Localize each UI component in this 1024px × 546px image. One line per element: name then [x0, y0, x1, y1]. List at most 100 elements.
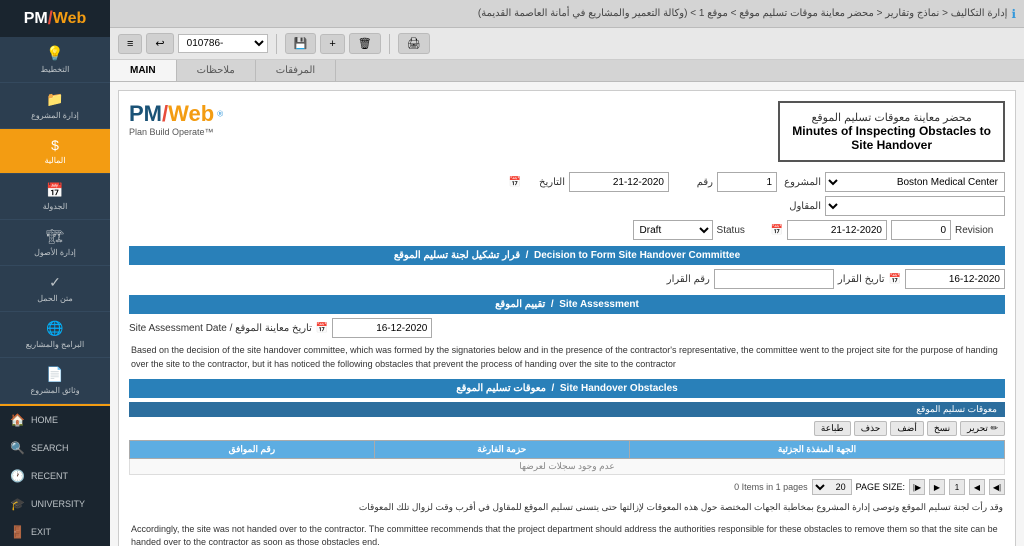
undo-button[interactable]: ↩ [146, 33, 173, 54]
sidebar-item-label: البرامج والمشاريع [26, 340, 84, 349]
university-icon: 🎓 [10, 497, 25, 511]
col-approval-number: رقم الموافق [130, 441, 375, 459]
save-icon: 💾 [294, 37, 308, 50]
calendar-icon-date[interactable]: 📅 [509, 177, 521, 188]
first-page-btn[interactable]: |◀ [989, 479, 1005, 495]
add-button[interactable]: + [320, 34, 344, 54]
nav-item-university[interactable]: 🎓 UNIVERSITY [0, 490, 110, 518]
logo-pm: PM [24, 10, 48, 28]
decision-date-input[interactable] [905, 269, 1005, 289]
tab-reports[interactable]: المرفقات [256, 60, 336, 81]
print-button[interactable]: 🖨 [398, 33, 430, 54]
doc-logo-web: Web [168, 101, 214, 126]
sidebar-item-programs[interactable]: 🌐 البرامج والمشاريع [0, 312, 110, 358]
tab-reports-label: المرفقات [276, 65, 315, 76]
tab-bar: MAIN ملاحظات المرفقات [110, 60, 1024, 82]
status-select[interactable]: Draft [633, 220, 713, 240]
number-input[interactable] [717, 172, 777, 192]
calendar-icon-decision[interactable]: 📅 [889, 274, 901, 285]
logo-web: Web [53, 10, 86, 28]
nav-item-home[interactable]: 🏠 HOME [0, 406, 110, 434]
search-icon: 🔍 [10, 441, 25, 455]
revision-date-input[interactable] [787, 220, 887, 240]
assessment-date-input[interactable] [332, 318, 432, 338]
sidebar-item-finance[interactable]: $ المالية [0, 129, 110, 174]
doc-logo-pm: PM [129, 101, 162, 126]
edit-button[interactable]: ✏ تحرير [960, 421, 1005, 436]
tab-attachments-label: ملاحظات [197, 65, 235, 76]
decision-number-input[interactable] [714, 269, 834, 289]
nav-item-exit[interactable]: 🚪 EXIT [0, 518, 110, 546]
nav-item-recent[interactable]: 🕐 RECENT [0, 462, 110, 490]
contractor-select[interactable] [825, 196, 1005, 216]
assessment-date-row: 📅 تاريخ معاينة الموقع / Site Assessment … [129, 318, 1005, 338]
contractor-label: المقاول [781, 201, 821, 212]
delete-button[interactable]: 🗑 [349, 33, 381, 54]
tab-attachments[interactable]: ملاحظات [177, 60, 256, 81]
nav-item-label: SEARCH [31, 443, 69, 453]
conclusion-text-en: Accordingly, the site was not handed ove… [129, 521, 1005, 546]
save-button[interactable]: 💾 [285, 33, 317, 54]
sidebar-item-assets[interactable]: 🏗 إدارة الأصول [0, 220, 110, 266]
revision-input[interactable] [891, 220, 951, 240]
menu-button[interactable]: ≡ [118, 34, 142, 54]
tab-main[interactable]: MAIN [110, 60, 177, 81]
sidebar-item-schedule[interactable]: 📅 الجدولة [0, 174, 110, 220]
nav-item-search[interactable]: 🔍 SEARCH [0, 434, 110, 462]
table-delete-button[interactable]: حذف [854, 421, 888, 436]
col-implementing-party: الجهة المنفذة الجزئية [629, 441, 1004, 459]
undo-icon: ↩ [155, 37, 164, 50]
contractor-row: المقاول [129, 196, 1005, 216]
record-select[interactable]: 010786- [178, 34, 268, 53]
programs-icon: 🌐 [46, 320, 63, 337]
breadcrumb-text: إدارة التكاليف < نماذج وتقارير < محضر مع… [478, 8, 1008, 19]
table-print-label: طباعة [821, 423, 844, 433]
sidebar-item-label: وثائق المشروع [30, 386, 79, 395]
sidebar-item-project-mgmt[interactable]: 📁 إدارة المشروع [0, 83, 110, 129]
table-delete-label: حذف [861, 423, 881, 433]
prev-page-btn[interactable]: ◀ [969, 479, 985, 495]
doc-title-box: محضر معاينة معوقات تسليم الموقع Minutes … [778, 101, 1005, 162]
exit-icon: 🚪 [10, 525, 25, 539]
obstacles-table: رقم الموافق حزمة الفارغة الجهة المنفذة ا… [129, 440, 1005, 475]
calendar-icon-assessment[interactable]: 📅 [316, 323, 328, 334]
sidebar-item-docs[interactable]: 📄 وثائق المشروع [0, 358, 110, 404]
sidebar: PM / Web 💡 التخطيط 📁 إدارة المشروع $ الم… [0, 0, 110, 546]
sidebar-item-label: متن الحمل [37, 294, 73, 303]
edit-icon: ✏ [990, 423, 998, 433]
page-number[interactable]: 1 [949, 479, 965, 495]
copy-button[interactable]: نسخ [927, 421, 957, 436]
obstacles-subheader: معوقات تسليم الموقع [129, 402, 1005, 417]
last-page-btn[interactable]: ▶| [909, 479, 925, 495]
separator2 [389, 34, 390, 54]
sidebar-item-cargo[interactable]: ✓ متن الحمل [0, 266, 110, 312]
sidebar-item-planning[interactable]: 💡 التخطيط [0, 37, 110, 83]
copy-label: نسخ [934, 423, 950, 433]
calendar-icon-revision[interactable]: 📅 [771, 225, 783, 236]
obstacles-section-header: معوقات تسليم الموقع / Site Handover Obst… [129, 379, 1005, 398]
sidebar-nav: 🏠 HOME 🔍 SEARCH 🕐 RECENT 🎓 UNIVERSITY 🚪 … [0, 404, 110, 546]
nav-item-label: UNIVERSITY [31, 499, 85, 509]
sidebar-item-label: إدارة الأصول [34, 248, 76, 257]
planning-icon: 💡 [46, 45, 63, 62]
status-label: Status [717, 225, 757, 236]
table-add-button[interactable]: أضف [890, 421, 923, 436]
number-label: رقم [673, 177, 713, 188]
date-input[interactable] [569, 172, 669, 192]
page-size-label: PAGE SIZE: [856, 482, 905, 492]
assessment-header-ar: تقييم الموقع [495, 299, 545, 310]
sidebar-item-label: المالية [45, 156, 66, 165]
toolbar: ≡ ↩ 010786- 💾 + 🗑 🖨 [110, 28, 1024, 60]
table-print-button[interactable]: طباعة [814, 421, 851, 436]
project-select[interactable]: Boston Medical Center [825, 172, 1005, 192]
project-label: المشروع [781, 177, 821, 188]
assessment-body-text: Based on the decision of the site handov… [129, 342, 1005, 373]
nav-item-label: HOME [31, 415, 58, 425]
menu-icon: ≡ [127, 38, 133, 50]
col-empty-package: حزمة الفارغة [374, 441, 629, 459]
page-size-select[interactable]: 20 50 100 [812, 479, 852, 495]
next-page-btn[interactable]: ▶ [929, 479, 945, 495]
conclusion-text: وقد رأت لجنة تسليم الموقع وتوصى إدارة ال… [129, 499, 1005, 517]
doc-logo-tagline: Plan Build Operate™ [129, 127, 223, 137]
obstacles-header-ar: معوقات تسليم الموقع [456, 383, 546, 394]
